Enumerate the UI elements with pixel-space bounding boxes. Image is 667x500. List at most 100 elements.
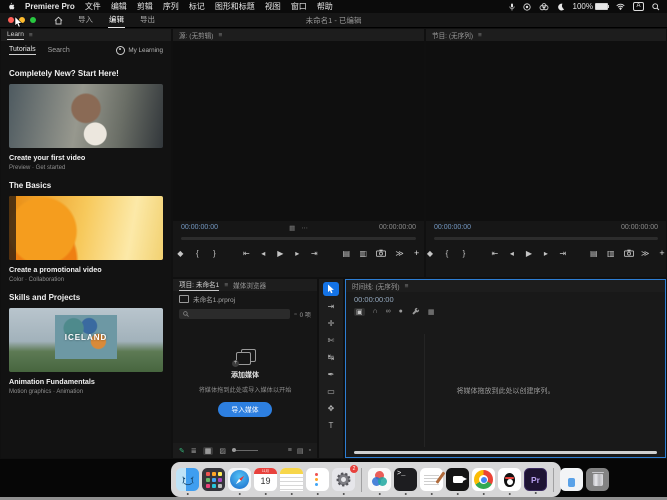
learn-card-promotional-video[interactable]: Create a promotional video Color · Colla…: [9, 196, 163, 283]
go-to-in-button[interactable]: ⇤: [491, 249, 499, 258]
panel-menu-icon[interactable]: ≡: [218, 32, 222, 39]
add-marker-button[interactable]: ◆: [176, 249, 184, 258]
menu-graphics-titles[interactable]: 图形和标题: [215, 1, 255, 12]
sort-button[interactable]: ≡: [288, 447, 292, 455]
menubar-app-name[interactable]: Premiere Pro: [25, 2, 75, 11]
dock-safari-icon[interactable]: [228, 468, 251, 491]
spotlight-search-icon[interactable]: [652, 3, 660, 11]
edit-pencil-icon[interactable]: ✎: [179, 447, 185, 455]
button-editor-button[interactable]: +: [658, 248, 666, 258]
linked-selection-toggle[interactable]: ∞: [386, 308, 391, 315]
dock-chrome-icon[interactable]: [472, 468, 495, 491]
dock-notes-icon[interactable]: [280, 468, 303, 491]
mark-in-button[interactable]: {: [193, 249, 201, 258]
overwrite-button[interactable]: ▥: [359, 249, 367, 258]
insert-button[interactable]: ▤: [342, 249, 350, 258]
export-frame-button[interactable]: [624, 249, 632, 257]
program-monitor-tab[interactable]: 节目: (无序列): [432, 30, 473, 40]
zoom-window-button[interactable]: [30, 17, 36, 23]
menu-window[interactable]: 窗口: [291, 1, 307, 12]
tab-import[interactable]: 导入: [77, 12, 94, 28]
menu-view[interactable]: 视图: [265, 1, 281, 12]
timeline-settings-wrench-icon[interactable]: [411, 307, 420, 316]
dock-finder-icon[interactable]: [176, 468, 199, 491]
hand-tool[interactable]: ✥: [323, 401, 339, 415]
dock-qq-icon[interactable]: [498, 468, 521, 491]
step-back-button[interactable]: ◂: [259, 249, 267, 258]
go-to-in-button[interactable]: ⇤: [242, 249, 250, 258]
selection-tool[interactable]: [323, 282, 339, 296]
dock-terminal-icon[interactable]: >_: [394, 468, 417, 491]
dock-downloads-icon[interactable]: [560, 468, 583, 491]
learn-panel-tab[interactable]: Learn: [7, 31, 24, 40]
project-search-input[interactable]: [179, 309, 290, 319]
input-source-icon[interactable]: A: [633, 2, 644, 11]
step-forward-button[interactable]: ▸: [293, 249, 301, 258]
export-frame-button[interactable]: [376, 249, 386, 257]
timeline-timecode[interactable]: 00:00:00:00: [346, 292, 665, 305]
type-tool[interactable]: T: [323, 418, 339, 432]
snap-toggle[interactable]: ∩: [373, 308, 378, 315]
dock-premiere-icon[interactable]: Pr: [524, 468, 547, 491]
import-media-button[interactable]: 导入媒体: [218, 402, 271, 417]
dock-trash-icon[interactable]: [586, 468, 609, 491]
ripple-edit-tool[interactable]: ✛: [323, 316, 339, 330]
home-icon[interactable]: [54, 16, 63, 25]
dock-video-app-icon[interactable]: [446, 468, 469, 491]
razor-tool[interactable]: ✄: [323, 333, 339, 347]
mark-in-button[interactable]: {: [443, 249, 451, 258]
go-to-out-button[interactable]: ⇥: [559, 249, 567, 258]
go-to-out-button[interactable]: ⇥: [310, 249, 318, 258]
panel-menu-icon[interactable]: ≡: [224, 282, 228, 289]
dock-reminders-icon[interactable]: [306, 468, 329, 491]
new-item-button[interactable]: ▫: [309, 447, 311, 455]
button-editor-button[interactable]: +: [413, 248, 421, 258]
learn-card-first-video[interactable]: Create your first video Preview · Get st…: [9, 84, 163, 171]
icon-view-button[interactable]: ▦: [203, 447, 214, 455]
add-marker-button[interactable]: ●: [399, 308, 403, 315]
nest-toggle[interactable]: ▣: [354, 308, 365, 316]
project-file-name[interactable]: 未命名1.prproj: [193, 294, 235, 304]
tab-search[interactable]: Search: [48, 47, 70, 54]
pen-tool[interactable]: ✒: [323, 367, 339, 381]
step-back-button[interactable]: ◂: [508, 249, 516, 258]
list-view-button[interactable]: ≣: [191, 447, 197, 455]
focus-moon-icon[interactable]: [557, 3, 565, 11]
screen-record-status-icon[interactable]: [523, 3, 531, 11]
dock-textedit-icon[interactable]: [420, 468, 443, 491]
captions-button[interactable]: ▦: [428, 308, 435, 316]
battery-indicator[interactable]: 100%: [573, 2, 608, 11]
freeform-view-button[interactable]: ▨: [219, 447, 226, 455]
apple-menu-icon[interactable]: [7, 2, 15, 11]
resolution-menu-icon[interactable]: ⋯: [301, 224, 308, 232]
play-button[interactable]: ▶: [525, 249, 533, 258]
rectangle-tool[interactable]: ▭: [323, 384, 339, 398]
microphone-status-icon[interactable]: [509, 3, 515, 11]
dock-settings-icon[interactable]: 2: [332, 468, 355, 491]
mark-out-button[interactable]: }: [210, 249, 218, 258]
timeline-horizontal-scrollbar[interactable]: [354, 451, 657, 454]
source-monitor-tab[interactable]: 源: (无剪辑): [179, 30, 213, 40]
step-forward-button[interactable]: ▸: [542, 249, 550, 258]
menu-clip[interactable]: 剪辑: [137, 1, 153, 12]
track-select-tool[interactable]: ⇥: [323, 299, 339, 313]
panel-menu-icon[interactable]: ≡: [29, 32, 33, 39]
project-panel-tab[interactable]: 项目: 未命名1: [179, 279, 219, 291]
timeline-track-area[interactable]: 将媒体拖放到此处以创建序列。: [346, 334, 665, 447]
timeline-panel-tab[interactable]: 时间线: (无序列): [352, 281, 400, 291]
tab-edit[interactable]: 编辑: [108, 12, 125, 28]
lift-button[interactable]: ▤: [590, 249, 598, 258]
wifi-icon[interactable]: [616, 3, 625, 10]
menu-markers[interactable]: 标记: [189, 1, 205, 12]
panel-menu-icon[interactable]: ≡: [405, 283, 409, 290]
menu-help[interactable]: 帮助: [317, 1, 333, 12]
learn-card-animation-fundamentals[interactable]: ICELAND Animation Fundamentals Motion gr…: [9, 308, 163, 395]
new-bin-button[interactable]: ▤: [297, 447, 304, 455]
tab-tutorials[interactable]: Tutorials: [9, 46, 36, 55]
media-browser-tab[interactable]: 媒体浏览器: [233, 280, 266, 290]
play-button[interactable]: ▶: [276, 249, 284, 258]
more-buttons-icon[interactable]: ≫: [395, 249, 403, 258]
dock-launchpad-icon[interactable]: [202, 468, 225, 491]
creative-cloud-icon[interactable]: [539, 3, 549, 11]
filter-icon[interactable]: ▫: [294, 311, 296, 318]
